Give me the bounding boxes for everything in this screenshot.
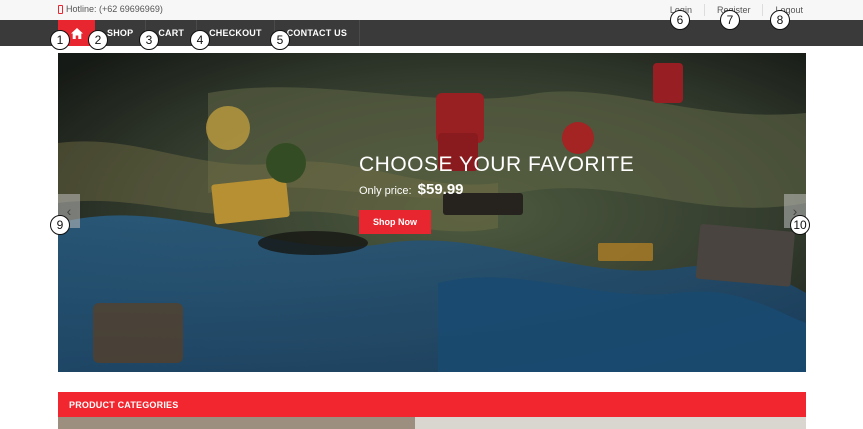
hotline: Hotline: (+62 69696969) — [58, 4, 163, 14]
slider-title: CHOOSE YOUR FAVORITE — [359, 153, 635, 176]
hotline-text: Hotline: (+62 69696969) — [66, 4, 163, 14]
categories-title: PRODUCT CATEGORIES — [69, 399, 179, 410]
marker-9: 9 — [50, 215, 70, 235]
category-images — [58, 417, 806, 429]
marker-5: 5 — [270, 30, 290, 50]
shop-now-button[interactable]: Shop Now — [359, 210, 431, 234]
marker-6: 6 — [670, 10, 690, 30]
category-image[interactable] — [415, 417, 806, 429]
category-image[interactable] — [58, 417, 415, 429]
home-icon — [70, 27, 83, 39]
marker-4: 4 — [190, 30, 210, 50]
marker-8: 8 — [770, 10, 790, 30]
hero-slider: CHOOSE YOUR FAVORITE Only price: $59.99 … — [58, 53, 806, 372]
chevron-left-icon: ‹ — [66, 203, 72, 219]
slider-caption: CHOOSE YOUR FAVORITE Only price: $59.99 — [359, 153, 634, 198]
slider-price: Only price: $59.99 — [359, 181, 634, 198]
marker-3: 3 — [139, 30, 159, 50]
marker-2: 2 — [88, 30, 108, 50]
phone-icon — [58, 4, 63, 14]
product-categories-header: PRODUCT CATEGORIES — [58, 392, 806, 417]
marker-10: 10 — [790, 215, 810, 235]
marker-7: 7 — [720, 10, 740, 30]
price-label: Only price: — [359, 185, 412, 197]
slider-image — [58, 53, 806, 372]
marker-1: 1 — [50, 30, 70, 50]
price-value: $59.99 — [417, 181, 464, 198]
